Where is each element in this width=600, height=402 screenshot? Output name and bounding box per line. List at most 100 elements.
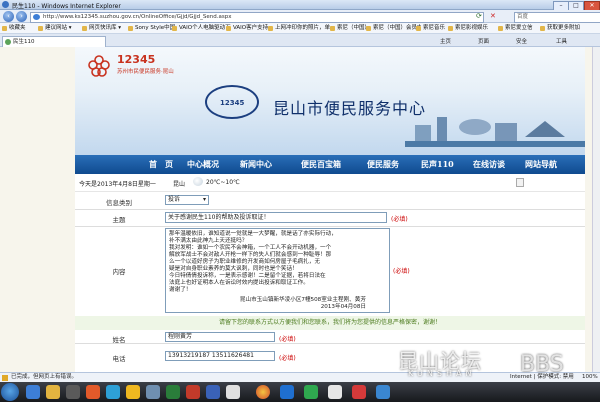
required-mark: (必填) [279, 355, 296, 362]
nav-home[interactable]: 首 页 [149, 159, 173, 170]
warning-icon[interactable] [2, 375, 8, 381]
zoom-level[interactable]: 100% [582, 373, 598, 382]
city-skyline-icon [405, 117, 585, 147]
favorite-item[interactable]: Sony Style中国 [128, 24, 177, 33]
search-input[interactable]: 百度 [514, 12, 600, 23]
url-input[interactable]: http://www.ks12345.suzhou.gov.cn/OnlineO… [30, 12, 484, 23]
required-mark: (必填) [391, 216, 408, 223]
phone-value: 13913219187 13511626481 [168, 352, 254, 359]
weather-icon [193, 177, 203, 186]
status-text: 已完成，但网页上有错误。 [11, 374, 78, 380]
content-line: 今日特倩倩投诉称，一是表示感谢！二是留个证据，若将日法在 [169, 273, 326, 279]
app-taskbar-icon[interactable] [206, 385, 220, 399]
collapse-toggle[interactable] [516, 178, 524, 187]
nav-news[interactable]: 新闻中心 [240, 159, 272, 170]
site-title: 昆山市便民服务中心 [273, 99, 427, 118]
media-taskbar-icon[interactable] [66, 385, 80, 399]
forward-icon[interactable]: › [16, 11, 27, 22]
favorite-item[interactable]: 索尼爱立信 [498, 24, 545, 33]
watermark-bbs: BBS [520, 352, 564, 377]
nav-services[interactable]: 便民服务 [367, 159, 399, 170]
content-line: 那年温暖依旧，谁知道说一觉就是一大梦醒，就是话了亦实际行动， [169, 231, 337, 237]
name-value: 程刚黄芳 [168, 333, 193, 340]
app-taskbar-icon[interactable] [146, 385, 160, 399]
name-row: 姓名 程刚黄芳 (必填) [75, 330, 585, 344]
url-text: http://www.ks12345.suzhou.gov.cn/OnlineO… [43, 14, 232, 20]
app-taskbar-icon[interactable] [328, 385, 342, 399]
category-label: 信息类别 [106, 199, 132, 207]
category-select[interactable]: 投诉 ▾ [165, 195, 209, 205]
chevron-down-icon: ▾ [202, 196, 206, 203]
nav-toolbox[interactable]: 便民百宝箱 [301, 159, 341, 170]
site-banner: 12345 苏州市民便民服务·昆山 12345 昆山市便民服务中心 [75, 47, 585, 155]
search-placeholder: 百度 [517, 14, 529, 20]
content-line: 补不满太由此神九上天还挺吗？ [169, 238, 248, 244]
favorite-item[interactable]: 建议网站 ▾ [38, 24, 87, 33]
phone-row: 电话 13913219187 13511626481 (必填) [75, 343, 585, 372]
favorites-button[interactable]: 收藏夹 [2, 24, 43, 33]
info-bar: 今天是2013年4月8日星期一 昆山 20℃~10℃ [75, 174, 585, 192]
left-gutter [0, 47, 75, 372]
content-line: 么一个以道好房子为职业维修的开发商如何房屋子毛病扎，无 [169, 259, 321, 265]
app-taskbar-icon[interactable] [86, 385, 100, 399]
subject-row: 主题 关于感谢民生110的帮助及投诉取证！ (必填) [75, 209, 585, 227]
page-icon [33, 14, 40, 20]
category-value: 投诉 [168, 196, 181, 203]
nav-about[interactable]: 中心概况 [187, 159, 219, 170]
page-scrollbar[interactable] [592, 47, 600, 372]
refresh-icon[interactable]: ⟳ [476, 12, 482, 20]
page-menu[interactable]: 页面 [478, 37, 489, 45]
subject-input[interactable]: 关于感谢民生110的帮助及投诉取证！ [165, 212, 387, 223]
favorite-item[interactable]: 索尼（中国） [330, 24, 371, 33]
content-line: 谢谢了！ [169, 287, 192, 293]
favorite-item[interactable]: 上网冲印你的照片，单一... [268, 24, 335, 33]
logo-subtitle: 苏州市民便民服务·昆山 [117, 69, 174, 75]
tab-title: 民生110 [13, 39, 35, 45]
nav-sitemap[interactable]: 网站导航 [525, 159, 557, 170]
weather-city: 昆山 [173, 181, 186, 188]
stop-icon[interactable]: ✕ [490, 12, 496, 20]
favorite-item[interactable]: 获取更多附加 [540, 24, 600, 33]
flower-logo-icon [88, 55, 110, 77]
name-input[interactable]: 程刚黄芳 [165, 332, 275, 342]
content-line: 我对发明：谁如一个农民不会神箱，一个工人不会开动机器，一个 [169, 245, 332, 251]
content-row: 内容 那年温暖依旧，谁知道说一觉就是一大梦醒，就是话了亦实际行动， 补不满太由此… [75, 226, 585, 317]
weather-temp: 20℃~10℃ [206, 179, 240, 186]
app-taskbar-icon[interactable] [126, 385, 140, 399]
phone-label: 电话 [112, 355, 126, 363]
subject-value: 关于感谢民生110的帮助及投诉取证！ [168, 214, 270, 221]
favorite-item[interactable]: VAIO客户支持 [226, 24, 273, 33]
app-taskbar-icon[interactable] [352, 385, 366, 399]
chrome-taskbar-icon[interactable] [256, 385, 270, 399]
app-taskbar-icon[interactable] [106, 385, 120, 399]
subject-label: 主题 [112, 216, 126, 224]
emblem-number: 12345 [220, 99, 245, 107]
favorite-item[interactable]: 索尼（中国）会员中心 [366, 24, 421, 33]
notice-row: 请留下您的联系方式以方便我们和您联系，我们将为您提供的信息严格保密，谢谢！ [75, 316, 585, 330]
folder-taskbar-icon[interactable] [46, 385, 60, 399]
app-taskbar-icon[interactable] [166, 385, 180, 399]
phone-input[interactable]: 13913219187 13511626481 [165, 351, 275, 361]
favorite-item[interactable]: 索尼影视娱乐 [448, 24, 503, 33]
nav-interview[interactable]: 在线访谈 [473, 159, 505, 170]
favorite-item[interactable]: VAIO个人电脑驱动下载 [172, 24, 231, 33]
back-icon[interactable]: ‹ [3, 11, 14, 22]
app-taskbar-icon[interactable] [304, 385, 318, 399]
required-mark: (必填) [393, 268, 410, 275]
main-nav: 首 页 中心概况 新闻中心 便民百宝箱 便民服务 民声110 在线访谈 网站导航 [75, 155, 585, 174]
content-label: 内容 [112, 268, 126, 276]
app-taskbar-icon[interactable] [186, 385, 200, 399]
nav-minsheng110[interactable]: 民声110 [421, 159, 454, 170]
favorite-item[interactable]: 网页快讯库 ▾ [82, 24, 133, 33]
safety-menu[interactable]: 安全 [516, 37, 527, 45]
tools-menu[interactable]: 工具 [556, 37, 567, 45]
home-button[interactable]: 主页 [440, 37, 451, 45]
app-taskbar-icon[interactable] [376, 385, 390, 399]
app-taskbar-icon[interactable] [280, 385, 294, 399]
address-bar: ‹ › http://www.ks12345.suzhou.gov.cn/Onl… [0, 10, 600, 23]
privacy-notice: 请留下您的联系方式以方便我们和您联系，我们将为您提供的信息严格保密，谢谢！ [75, 316, 585, 330]
app-taskbar-icon[interactable] [226, 385, 240, 399]
ie-taskbar-icon[interactable] [26, 385, 40, 399]
content-textarea[interactable]: 那年温暖依旧，谁知道说一觉就是一大梦醒，就是话了亦实际行动， 补不满太由此神九上… [165, 228, 390, 313]
start-button-icon[interactable] [1, 383, 19, 401]
